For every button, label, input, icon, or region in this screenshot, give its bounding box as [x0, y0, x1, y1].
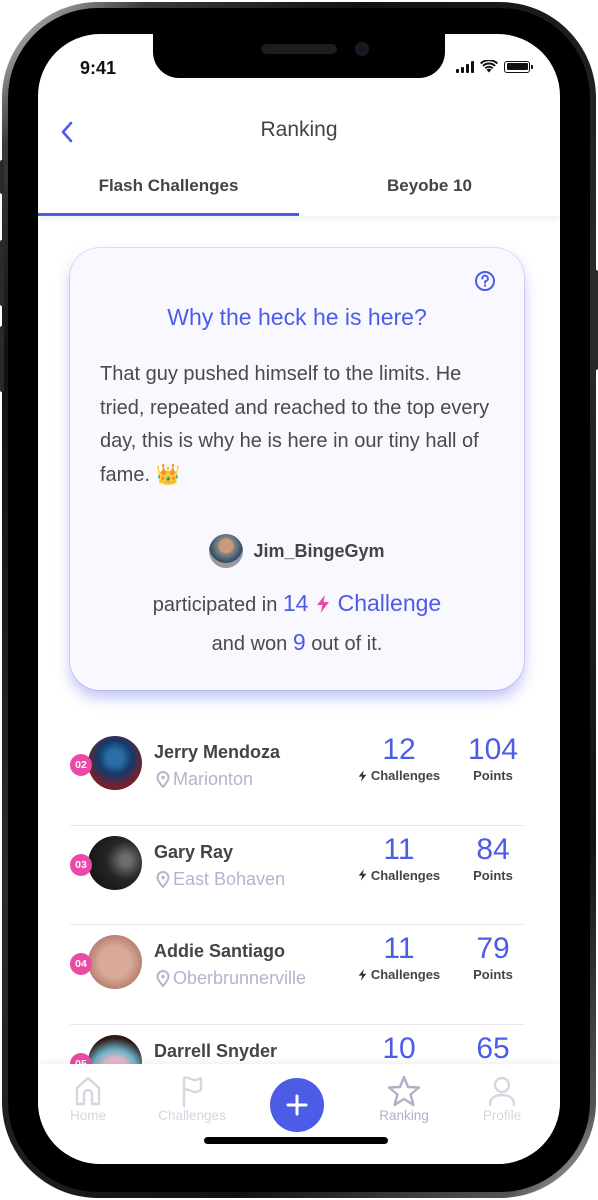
add-button[interactable] [270, 1078, 324, 1132]
rank-badge: 03 [70, 853, 92, 876]
flag-icon [182, 1076, 203, 1108]
points-stat: 65 [458, 1031, 528, 1067]
tab-challenges[interactable]: Challenges [152, 1074, 232, 1123]
points-count: 65 [476, 1031, 510, 1065]
city-name: Oberbrunnerville [173, 968, 307, 988]
tab-label: Profile [482, 1108, 522, 1123]
participated-count: 14 [282, 590, 309, 616]
challenges-count: 11 [383, 932, 415, 965]
challenges-count: 12 [382, 733, 416, 766]
challenges-label: Challenges [370, 967, 441, 982]
challenges-stat: 11 Challenges [354, 832, 444, 883]
ranking-row[interactable]: 02 Jerry Mendoza Marionton 12 Challenges… [70, 726, 524, 826]
ranking-row[interactable]: 04 Addie Santiago Oberbrunnerville 11 Ch… [70, 925, 524, 1025]
avatar [88, 736, 142, 790]
challenges-count: 11 [383, 832, 415, 866]
nav-header: Ranking [38, 112, 560, 152]
lightning-icon [358, 769, 367, 782]
volume-up-button [0, 240, 4, 306]
rank-badge: 02 [70, 754, 92, 776]
home-icon [75, 1076, 101, 1106]
user-name: Addie Santiago [154, 941, 286, 961]
rank-badge: 04 [70, 953, 92, 975]
location-pin-icon [156, 970, 170, 987]
points-label: Points [473, 967, 513, 982]
challenges-count: 10 [382, 1031, 416, 1065]
ranking-row[interactable]: 03 Gary Ray East Bohaven 11 Challenges 8… [70, 826, 524, 925]
user-location: Oberbrunnerville [156, 968, 306, 989]
hall-of-fame-card: Why the heck he is here? That guy pushed… [70, 248, 524, 690]
screen: 9:41 Ranking Flash Challenges Beyobe 10 [38, 34, 560, 1164]
question-circle-icon[interactable] [474, 270, 496, 292]
tab-home[interactable]: Home [48, 1074, 128, 1123]
city-name: Marionton [173, 769, 254, 789]
avatar [209, 534, 244, 568]
user-name: Darrell Snyder [154, 1040, 278, 1061]
tab-label: Challenges [158, 1108, 226, 1123]
lightning-icon [317, 595, 330, 613]
challenges-label: Challenges [370, 867, 441, 883]
power-button [594, 270, 598, 370]
avatar [88, 835, 142, 890]
cellular-signal-icon [456, 60, 474, 73]
lightning-icon [358, 869, 367, 881]
challenges-stat: 11 Challenges [354, 931, 444, 982]
card-description: That guy pushed himself to the limits. H… [100, 363, 490, 486]
star-icon [387, 1075, 421, 1107]
participated-prefix: participated in [152, 594, 278, 616]
points-label: Points [473, 867, 513, 883]
avatar [88, 935, 142, 989]
points-count: 104 [467, 733, 519, 766]
points-count: 79 [476, 932, 510, 965]
user-name: Jerry Mendoza [154, 742, 281, 762]
front-camera [355, 42, 369, 56]
points-label: Points [473, 768, 513, 783]
bottom-tab-bar: Home Challenges Ranking Profile [38, 1064, 560, 1164]
tab-ranking[interactable]: Ranking [364, 1074, 444, 1123]
lightning-icon [358, 968, 367, 981]
wifi-icon [480, 60, 498, 73]
points-stat: 104 Points [458, 732, 528, 783]
points-stat: 79 Points [458, 931, 528, 982]
tab-bar-top: Flash Challenges Beyobe 10 [38, 172, 560, 216]
battery-icon [504, 60, 533, 73]
challenges-stat: 12 Challenges [354, 732, 444, 783]
participated-suffix: Challenge [337, 590, 442, 616]
city-name: East Bohaven [173, 868, 286, 889]
user-location: East Bohaven [156, 869, 285, 890]
participation-stat: participated in 14 Challenge [70, 590, 524, 617]
points-count: 84 [476, 832, 510, 866]
tab-label: Home [69, 1108, 106, 1123]
plus-icon [286, 1094, 308, 1116]
location-pin-icon [156, 870, 170, 888]
tab-beyobe-10[interactable]: Beyobe 10 [299, 172, 560, 216]
won-stat: and won 9 out of it. [70, 629, 524, 656]
featured-user[interactable]: Jim_BingeGym [70, 534, 524, 568]
page-title: Ranking [260, 118, 338, 141]
home-indicator[interactable] [204, 1137, 388, 1144]
mute-switch [0, 160, 4, 194]
challenges-stat: 10 [354, 1031, 444, 1067]
location-pin-icon [156, 771, 170, 788]
tab-profile[interactable]: Profile [462, 1074, 542, 1123]
user-icon [488, 1076, 516, 1107]
status-icons [456, 60, 533, 73]
points-stat: 84 Points [458, 832, 528, 883]
tab-label: Ranking [379, 1108, 429, 1123]
won-prefix: and won [211, 633, 288, 655]
volume-down-button [0, 326, 4, 392]
notch [153, 34, 445, 78]
featured-user-name: Jim_BingeGym [253, 540, 385, 561]
speaker [261, 44, 337, 54]
user-name: Gary Ray [154, 841, 234, 862]
card-title: Why the heck he is here? [167, 304, 427, 330]
won-count: 9 [292, 629, 306, 655]
tab-flash-challenges[interactable]: Flash Challenges [38, 172, 299, 216]
status-time: 9:41 [80, 58, 117, 78]
won-suffix: out of it. [311, 633, 383, 655]
challenges-label: Challenges [370, 768, 441, 783]
user-location: Marionton [156, 769, 253, 790]
